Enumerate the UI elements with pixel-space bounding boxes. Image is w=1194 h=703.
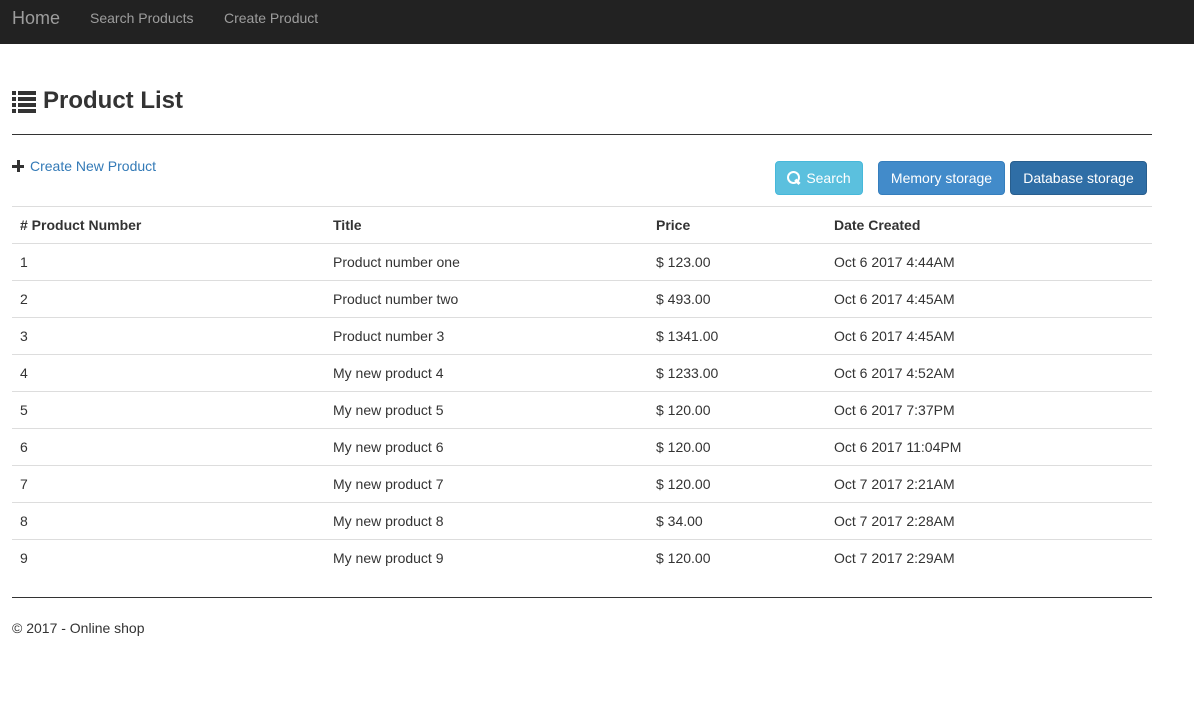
product-number-cell: 7 bbox=[12, 465, 325, 503]
footer-divider bbox=[12, 597, 1152, 598]
product-number-cell: 4 bbox=[12, 354, 325, 392]
table-header-row: # Product Number Title Price Date Create… bbox=[12, 206, 1152, 244]
title-cell: My new product 8 bbox=[325, 502, 648, 540]
price-cell: $ 123.00 bbox=[648, 243, 826, 281]
database-storage-button[interactable]: Database storage bbox=[1010, 161, 1147, 195]
table-row: 3 Product number 3 $ 1341.00 Oct 6 2017 … bbox=[12, 317, 1152, 355]
date-cell: Oct 6 2017 4:44AM bbox=[826, 243, 1152, 281]
nav-create-product-link[interactable]: Create Product bbox=[224, 11, 318, 25]
search-icon bbox=[787, 171, 801, 185]
title-cell: My new product 7 bbox=[325, 465, 648, 503]
memory-storage-button[interactable]: Memory storage bbox=[878, 161, 1005, 195]
price-cell: $ 493.00 bbox=[648, 280, 826, 318]
product-table: # Product Number Title Price Date Create… bbox=[12, 206, 1152, 577]
product-number-cell: 3 bbox=[12, 317, 325, 355]
table-row: 9 My new product 9 $ 120.00 Oct 7 2017 2… bbox=[12, 539, 1152, 577]
product-number-cell: 1 bbox=[12, 243, 325, 281]
product-number-cell: 5 bbox=[12, 391, 325, 429]
title-cell: Product number 3 bbox=[325, 317, 648, 355]
product-number-cell: 8 bbox=[12, 502, 325, 540]
price-cell: $ 1341.00 bbox=[648, 317, 826, 355]
title-cell: Product number two bbox=[325, 280, 648, 318]
price-cell: $ 1233.00 bbox=[648, 354, 826, 392]
title-cell: My new product 9 bbox=[325, 539, 648, 577]
title-cell: My new product 5 bbox=[325, 391, 648, 429]
title-cell: My new product 6 bbox=[325, 428, 648, 466]
list-icon bbox=[12, 90, 36, 113]
date-cell: Oct 6 2017 4:45AM bbox=[826, 280, 1152, 318]
price-cell: $ 120.00 bbox=[648, 428, 826, 466]
nav-search-products-link[interactable]: Search Products bbox=[90, 11, 194, 25]
title-cell: My new product 4 bbox=[325, 354, 648, 392]
header-divider bbox=[12, 134, 1152, 135]
table-row: 2 Product number two $ 493.00 Oct 6 2017… bbox=[12, 280, 1152, 318]
search-button-label: Search bbox=[806, 170, 851, 186]
price-cell: $ 120.00 bbox=[648, 391, 826, 429]
title-cell: Product number one bbox=[325, 243, 648, 281]
price-cell: $ 120.00 bbox=[648, 539, 826, 577]
plus-icon bbox=[12, 160, 24, 172]
date-cell: Oct 6 2017 7:37PM bbox=[826, 391, 1152, 429]
table-row: 6 My new product 6 $ 120.00 Oct 6 2017 1… bbox=[12, 428, 1152, 466]
column-header-date-created: Date Created bbox=[826, 206, 1152, 244]
column-header-price: Price bbox=[648, 206, 826, 244]
top-navbar: Home Search Products Create Product bbox=[0, 0, 1194, 44]
table-row: 7 My new product 7 $ 120.00 Oct 7 2017 2… bbox=[12, 465, 1152, 503]
page-header: Product List bbox=[12, 86, 183, 116]
price-cell: $ 34.00 bbox=[648, 502, 826, 540]
table-row: 4 My new product 4 $ 1233.00 Oct 6 2017 … bbox=[12, 354, 1152, 392]
date-cell: Oct 7 2017 2:21AM bbox=[826, 465, 1152, 503]
column-header-title: Title bbox=[325, 206, 648, 244]
nav-home-link[interactable]: Home bbox=[12, 8, 60, 28]
create-new-product-label: Create New Product bbox=[30, 158, 157, 174]
table-row: 1 Product number one $ 123.00 Oct 6 2017… bbox=[12, 243, 1152, 281]
date-cell: Oct 6 2017 4:52AM bbox=[826, 354, 1152, 392]
date-cell: Oct 7 2017 2:28AM bbox=[826, 502, 1152, 540]
price-cell: $ 120.00 bbox=[648, 465, 826, 503]
product-number-cell: 2 bbox=[12, 280, 325, 318]
table-row: 5 My new product 5 $ 120.00 Oct 6 2017 7… bbox=[12, 391, 1152, 429]
product-number-cell: 6 bbox=[12, 428, 325, 466]
search-button[interactable]: Search bbox=[775, 161, 863, 195]
create-new-product-link[interactable]: Create New Product bbox=[12, 157, 156, 175]
footer-copyright: © 2017 - Online shop bbox=[12, 620, 145, 636]
date-cell: Oct 6 2017 11:04PM bbox=[826, 428, 1152, 466]
date-cell: Oct 6 2017 4:45AM bbox=[826, 317, 1152, 355]
column-header-product-number: # Product Number bbox=[12, 206, 325, 244]
product-number-cell: 9 bbox=[12, 539, 325, 577]
page-title: Product List bbox=[43, 87, 184, 114]
date-cell: Oct 7 2017 2:29AM bbox=[826, 539, 1152, 577]
table-row: 8 My new product 8 $ 34.00 Oct 7 2017 2:… bbox=[12, 502, 1152, 540]
